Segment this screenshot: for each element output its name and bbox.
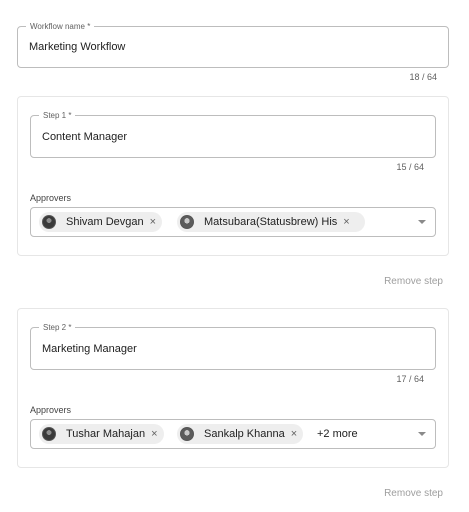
user-avatar-icon bbox=[42, 215, 56, 229]
dropdown-arrow-icon[interactable] bbox=[418, 220, 426, 224]
approver-chip: Shivam Devgan × bbox=[39, 212, 163, 232]
remove-approver-icon[interactable]: × bbox=[151, 428, 157, 440]
step-1-label: Step 1 * bbox=[39, 110, 76, 121]
step-2-value: Marketing Manager bbox=[42, 342, 137, 355]
step-2-approvers-select[interactable]: Tushar Mahajan × Sankalp Khanna × +2 mor… bbox=[30, 419, 436, 449]
step-2-counter: 17 / 64 bbox=[396, 374, 424, 384]
approver-chip: Sankalp Khanna × bbox=[177, 424, 304, 444]
user-avatar-icon bbox=[180, 215, 194, 229]
step-1-approvers-label: Approvers bbox=[30, 193, 72, 203]
step-1-approvers-select[interactable]: Shivam Devgan × Matsubara(Statusbrew) Hi… bbox=[30, 207, 436, 237]
step-2-approvers-label: Approvers bbox=[30, 405, 72, 415]
more-approvers-count: +2 more bbox=[317, 428, 358, 440]
remove-step-2-button[interactable]: Remove step bbox=[384, 488, 443, 499]
dropdown-arrow-icon[interactable] bbox=[418, 432, 426, 436]
remove-step-1-button[interactable]: Remove step bbox=[384, 276, 443, 287]
step-1-field[interactable]: Step 1 * Content Manager bbox=[30, 110, 436, 158]
remove-approver-icon[interactable]: × bbox=[343, 216, 349, 228]
approver-name: Tushar Mahajan bbox=[66, 428, 146, 440]
approver-chip: Matsubara(Statusbrew) His × bbox=[177, 212, 365, 232]
workflow-name-counter: 18 / 64 bbox=[409, 72, 437, 82]
user-avatar-icon bbox=[42, 427, 56, 441]
workflow-name-value: Marketing Workflow bbox=[29, 41, 126, 53]
step-1-value: Content Manager bbox=[42, 130, 127, 143]
step-2-label: Step 2 * bbox=[39, 322, 76, 333]
workflow-name-label: Workflow name * bbox=[26, 21, 95, 32]
approver-name: Matsubara(Statusbrew) His bbox=[204, 216, 338, 228]
approver-name: Shivam Devgan bbox=[66, 216, 144, 228]
remove-approver-icon[interactable]: × bbox=[291, 428, 297, 440]
step-1-counter: 15 / 64 bbox=[396, 162, 424, 172]
user-avatar-icon bbox=[180, 427, 194, 441]
step-2-field[interactable]: Step 2 * Marketing Manager bbox=[30, 322, 436, 370]
workflow-name-field[interactable]: Workflow name * Marketing Workflow bbox=[17, 21, 449, 68]
approver-chip: Tushar Mahajan × bbox=[39, 424, 164, 444]
approver-name: Sankalp Khanna bbox=[204, 428, 285, 440]
remove-approver-icon[interactable]: × bbox=[150, 216, 156, 228]
